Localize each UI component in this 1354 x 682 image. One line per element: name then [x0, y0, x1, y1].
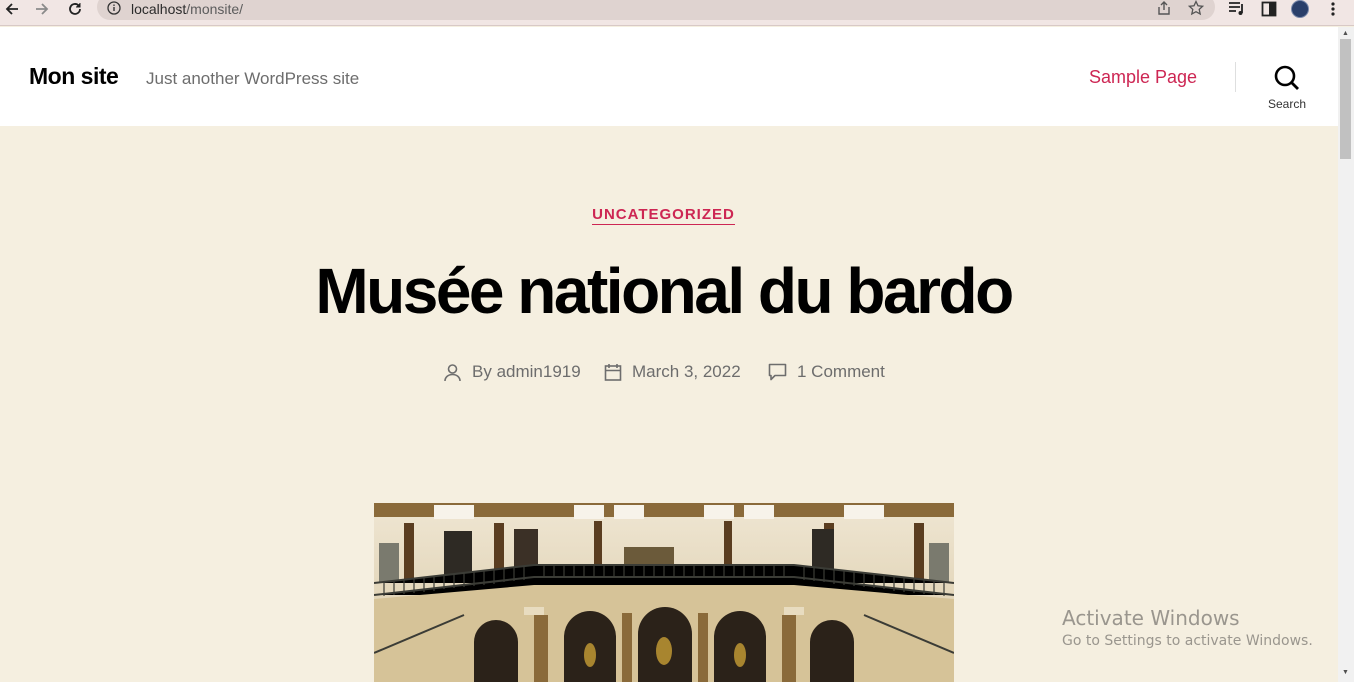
author-link[interactable]: admin1919	[497, 362, 581, 382]
bookmark-star-icon[interactable]	[1187, 0, 1205, 21]
featured-image	[374, 503, 954, 682]
url-text: localhost/monsite/	[131, 1, 243, 17]
side-panel-icon[interactable]	[1261, 0, 1277, 18]
media-control-icon[interactable]	[1228, 0, 1246, 18]
post-category: UNCATEGORIZED	[0, 206, 1327, 225]
scroll-up-icon[interactable]: ▲	[1342, 30, 1349, 37]
url-path: /monsite/	[186, 1, 244, 17]
activation-subtitle: Go to Settings to activate Windows.	[1062, 633, 1313, 649]
post-date: March 3, 2022	[604, 360, 741, 384]
search-label: Search	[1267, 97, 1307, 111]
page-scrollbar[interactable]: ▲ ▼	[1338, 27, 1354, 682]
comment-icon	[768, 363, 787, 381]
post-comments: 1 Comment	[768, 360, 885, 384]
scroll-down-icon[interactable]: ▼	[1342, 669, 1349, 676]
user-icon	[443, 363, 462, 382]
header-divider	[1235, 62, 1236, 92]
author-prefix: By	[472, 362, 492, 381]
browser-toolbar: localhost/monsite/	[0, 0, 1354, 26]
windows-activation-watermark: Activate Windows Go to Settings to activ…	[1062, 606, 1313, 649]
share-icon[interactable]	[1156, 0, 1172, 21]
browser-menu-icon[interactable]	[1326, 0, 1340, 18]
post-author: By admin1919	[443, 360, 581, 384]
forward-icon[interactable]	[31, 0, 53, 18]
calendar-icon	[604, 363, 622, 382]
date-link[interactable]: March 3, 2022	[632, 362, 741, 382]
site-header: Mon site Just another WordPress site Sam…	[0, 27, 1338, 126]
comments-link[interactable]: 1 Comment	[797, 362, 885, 382]
site-title[interactable]: Mon site	[29, 63, 119, 90]
address-bar[interactable]: localhost/monsite/	[97, 0, 1215, 20]
search-icon	[1274, 65, 1300, 96]
site-description: Just another WordPress site	[146, 69, 360, 88]
reload-icon[interactable]	[64, 0, 86, 18]
site-info-icon[interactable]	[107, 1, 121, 20]
search-button[interactable]: Search	[1256, 61, 1318, 111]
profile-avatar[interactable]	[1291, 0, 1309, 18]
category-link[interactable]: UNCATEGORIZED	[592, 206, 735, 225]
url-host: localhost	[131, 1, 187, 17]
nav-sample-page[interactable]: Sample Page	[1089, 67, 1197, 88]
back-icon[interactable]	[1, 0, 23, 18]
post-title: Musée national du bardo	[315, 255, 1014, 327]
activation-title: Activate Windows	[1062, 606, 1240, 630]
scroll-thumb[interactable]	[1340, 39, 1351, 159]
